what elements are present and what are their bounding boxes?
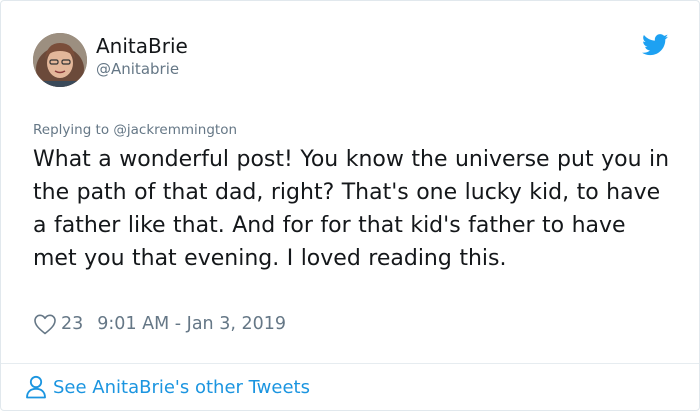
- divider: [1, 363, 699, 364]
- twitter-bird-icon[interactable]: [642, 34, 669, 56]
- person-icon: [25, 375, 47, 399]
- reply-to-mention[interactable]: @jackremmington: [113, 122, 237, 138]
- see-other-tweets-link[interactable]: See AnitaBrie's other Tweets: [25, 374, 310, 400]
- like-count[interactable]: 23: [61, 314, 83, 334]
- reply-prefix: Replying to: [33, 122, 114, 138]
- see-other-tweets-label: See AnitaBrie's other Tweets: [53, 376, 310, 398]
- author-display-name[interactable]: AnitaBrie: [96, 34, 188, 58]
- tweet-text: What a wonderful post! You know the univ…: [33, 147, 670, 271]
- tweet-timestamp[interactable]: 9:01 AM - Jan 3, 2019: [97, 314, 286, 334]
- tweet-meta: 23 9:01 AM - Jan 3, 2019: [33, 312, 286, 336]
- avatar[interactable]: [33, 33, 87, 87]
- tweet-card: AnitaBrie @Anitabrie Replying to @jackre…: [0, 0, 700, 411]
- heart-icon[interactable]: [33, 313, 57, 335]
- reply-context: Replying to @jackremmington: [33, 122, 237, 139]
- author-handle[interactable]: @Anitabrie: [96, 60, 179, 78]
- avatar-image: [33, 33, 87, 87]
